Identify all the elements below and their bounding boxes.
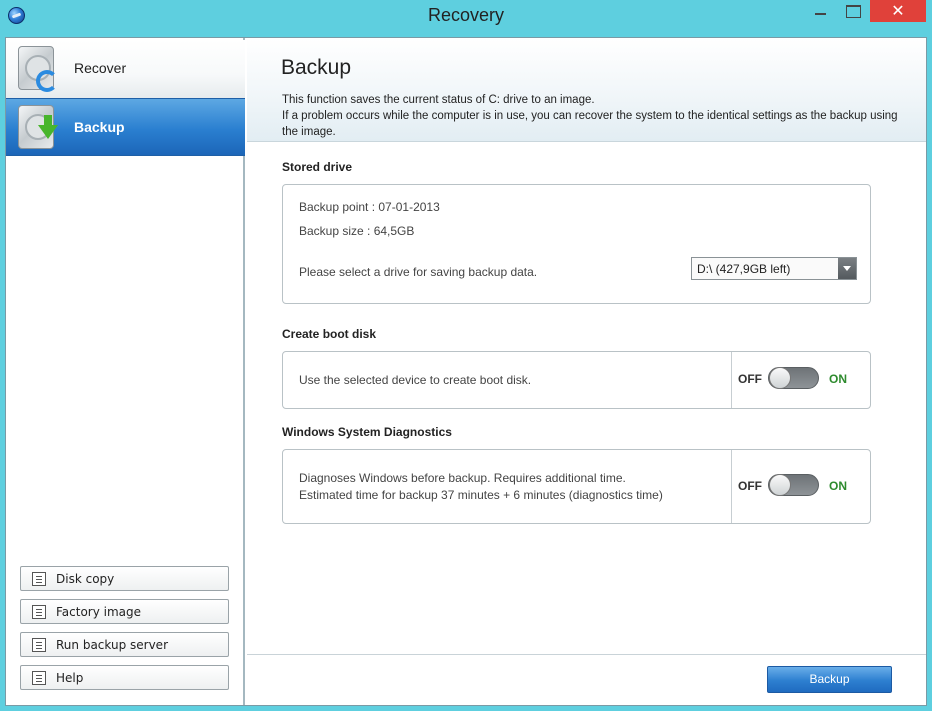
sidebar: Recover Backup Disk copy Factory image R…	[6, 38, 245, 705]
nav-item-label: Recover	[74, 60, 127, 76]
diagnostics-title: Windows System Diagnostics	[282, 425, 452, 439]
window-title: Recovery	[427, 5, 505, 25]
close-icon: ✕	[891, 1, 905, 20]
boot-disk-toggle-area: OFF ON	[731, 352, 870, 408]
diagnostics-toggle-area: OFF ON	[731, 450, 870, 523]
toggle-knob	[769, 367, 791, 389]
boot-disk-title: Create boot disk	[282, 327, 377, 341]
stored-drive-title: Stored drive	[282, 160, 353, 174]
button-label: Factory image	[56, 605, 142, 619]
help-icon	[32, 671, 46, 685]
drive-select[interactable]: D:\ (427,9GB left)	[691, 257, 857, 280]
diagnostics-toggle[interactable]	[768, 474, 819, 496]
toggle-on-label: ON	[829, 372, 847, 386]
description-text: This function saves the current status o…	[282, 94, 898, 138]
toggle-on-label: ON	[829, 479, 847, 493]
recover-arrow-icon	[36, 70, 58, 92]
boot-disk-panel: Use the selected device to create boot d…	[282, 351, 871, 409]
toggle-off-label: OFF	[738, 479, 762, 493]
button-label: Disk copy	[56, 572, 115, 586]
diagnostics-text-line2: Estimated time for backup 37 minutes + 6…	[299, 488, 663, 502]
factory-image-button[interactable]: Factory image	[20, 599, 229, 624]
button-label: Help	[56, 671, 84, 685]
backup-button[interactable]: Backup	[767, 666, 892, 693]
chevron-down-icon[interactable]	[838, 258, 856, 279]
boot-disk-toggle[interactable]	[768, 367, 819, 389]
window-client: Recover Backup Disk copy Factory image R…	[5, 37, 927, 706]
backup-server-icon	[32, 638, 46, 652]
disk-copy-button[interactable]: Disk copy	[20, 566, 229, 591]
help-button[interactable]: Help	[20, 665, 229, 690]
close-button[interactable]: ✕	[870, 0, 926, 22]
stored-drive-panel: Backup point : 07-01-2013 Backup size : …	[282, 184, 871, 304]
minimize-button[interactable]	[806, 0, 836, 22]
page-header: Backup This function saves the current s…	[247, 38, 926, 142]
run-backup-server-button[interactable]: Run backup server	[20, 632, 229, 657]
nav-item-backup[interactable]: Backup	[6, 98, 245, 156]
page-description: This function saves the current status o…	[282, 92, 912, 140]
toggle-knob	[769, 474, 791, 496]
footer-divider	[247, 654, 926, 655]
button-label: Run backup server	[56, 638, 168, 652]
disk-copy-icon	[32, 572, 46, 586]
select-drive-prompt: Please select a drive for saving backup …	[299, 265, 538, 279]
page-title: Backup	[281, 56, 352, 79]
nav-item-recover[interactable]: Recover	[6, 40, 245, 98]
selected-drive-value: D:\ (427,9GB left)	[697, 262, 791, 276]
factory-image-icon	[32, 605, 46, 619]
nav-item-label: Backup	[74, 119, 125, 135]
maximize-button[interactable]	[838, 0, 868, 22]
download-arrow-icon	[38, 125, 58, 139]
toggle-off-label: OFF	[738, 372, 762, 386]
main-panel: Backup This function saves the current s…	[247, 38, 926, 705]
backup-size-text: Backup size : 64,5GB	[299, 224, 415, 238]
diagnostics-panel: Diagnoses Windows before backup. Require…	[282, 449, 871, 524]
backup-point-text: Backup point : 07-01-2013	[299, 200, 440, 214]
title-bar: Recovery ✕	[0, 0, 932, 34]
boot-disk-text: Use the selected device to create boot d…	[299, 373, 532, 387]
diagnostics-text-line1: Diagnoses Windows before backup. Require…	[299, 471, 626, 485]
